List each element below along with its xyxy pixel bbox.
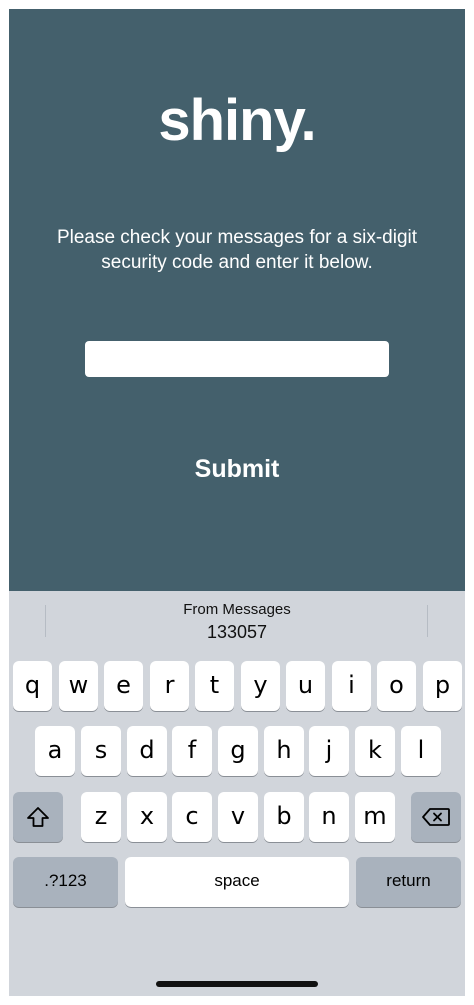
suggestion-divider-left (45, 605, 46, 637)
key-l[interactable]: l (401, 726, 441, 776)
key-z[interactable]: z (81, 792, 121, 842)
key-b[interactable]: b (264, 792, 304, 842)
key-f[interactable]: f (172, 726, 212, 776)
key-k[interactable]: k (355, 726, 395, 776)
key-s[interactable]: s (81, 726, 121, 776)
phone-screen: shiny. Please check your messages for a … (9, 9, 465, 996)
key-p[interactable]: p (423, 661, 462, 711)
key-d[interactable]: d (127, 726, 167, 776)
key-a[interactable]: a (35, 726, 75, 776)
key-u[interactable]: u (286, 661, 325, 711)
key-n[interactable]: n (309, 792, 349, 842)
shift-key[interactable] (13, 792, 63, 842)
suggestion-title: From Messages (183, 601, 291, 618)
return-key[interactable]: return (356, 857, 461, 907)
key-o[interactable]: o (377, 661, 416, 711)
keyboard: From Messages 133057 q w e r t y u i o p… (9, 591, 465, 996)
home-indicator[interactable] (156, 981, 318, 987)
verification-screen: shiny. Please check your messages for a … (9, 9, 465, 591)
key-t[interactable]: t (195, 661, 234, 711)
numbers-key[interactable]: .?123 (13, 857, 118, 907)
key-h[interactable]: h (264, 726, 304, 776)
instructions-text: Please check your messages for a six-dig… (56, 227, 418, 273)
key-v[interactable]: v (218, 792, 258, 842)
key-c[interactable]: c (172, 792, 212, 842)
suggestion-code: 133057 (206, 622, 268, 642)
key-y[interactable]: y (241, 661, 280, 711)
key-i[interactable]: i (332, 661, 371, 711)
key-x[interactable]: x (127, 792, 167, 842)
key-w[interactable]: w (59, 661, 98, 711)
code-autofill-suggestion[interactable]: From Messages 133057 (47, 597, 427, 643)
security-code-input[interactable] (85, 341, 389, 377)
space-key[interactable]: space (125, 857, 349, 907)
submit-button[interactable]: Submit (159, 449, 315, 489)
key-g[interactable]: g (218, 726, 258, 776)
key-e[interactable]: e (104, 661, 143, 711)
delete-key[interactable] (411, 792, 461, 842)
delete-icon (422, 808, 450, 826)
app-logo: shiny. (158, 88, 316, 153)
suggestion-divider-right (427, 605, 428, 637)
key-j[interactable]: j (309, 726, 349, 776)
key-m[interactable]: m (355, 792, 395, 842)
shift-icon (27, 807, 49, 827)
key-r[interactable]: r (150, 661, 189, 711)
key-q[interactable]: q (13, 661, 52, 711)
